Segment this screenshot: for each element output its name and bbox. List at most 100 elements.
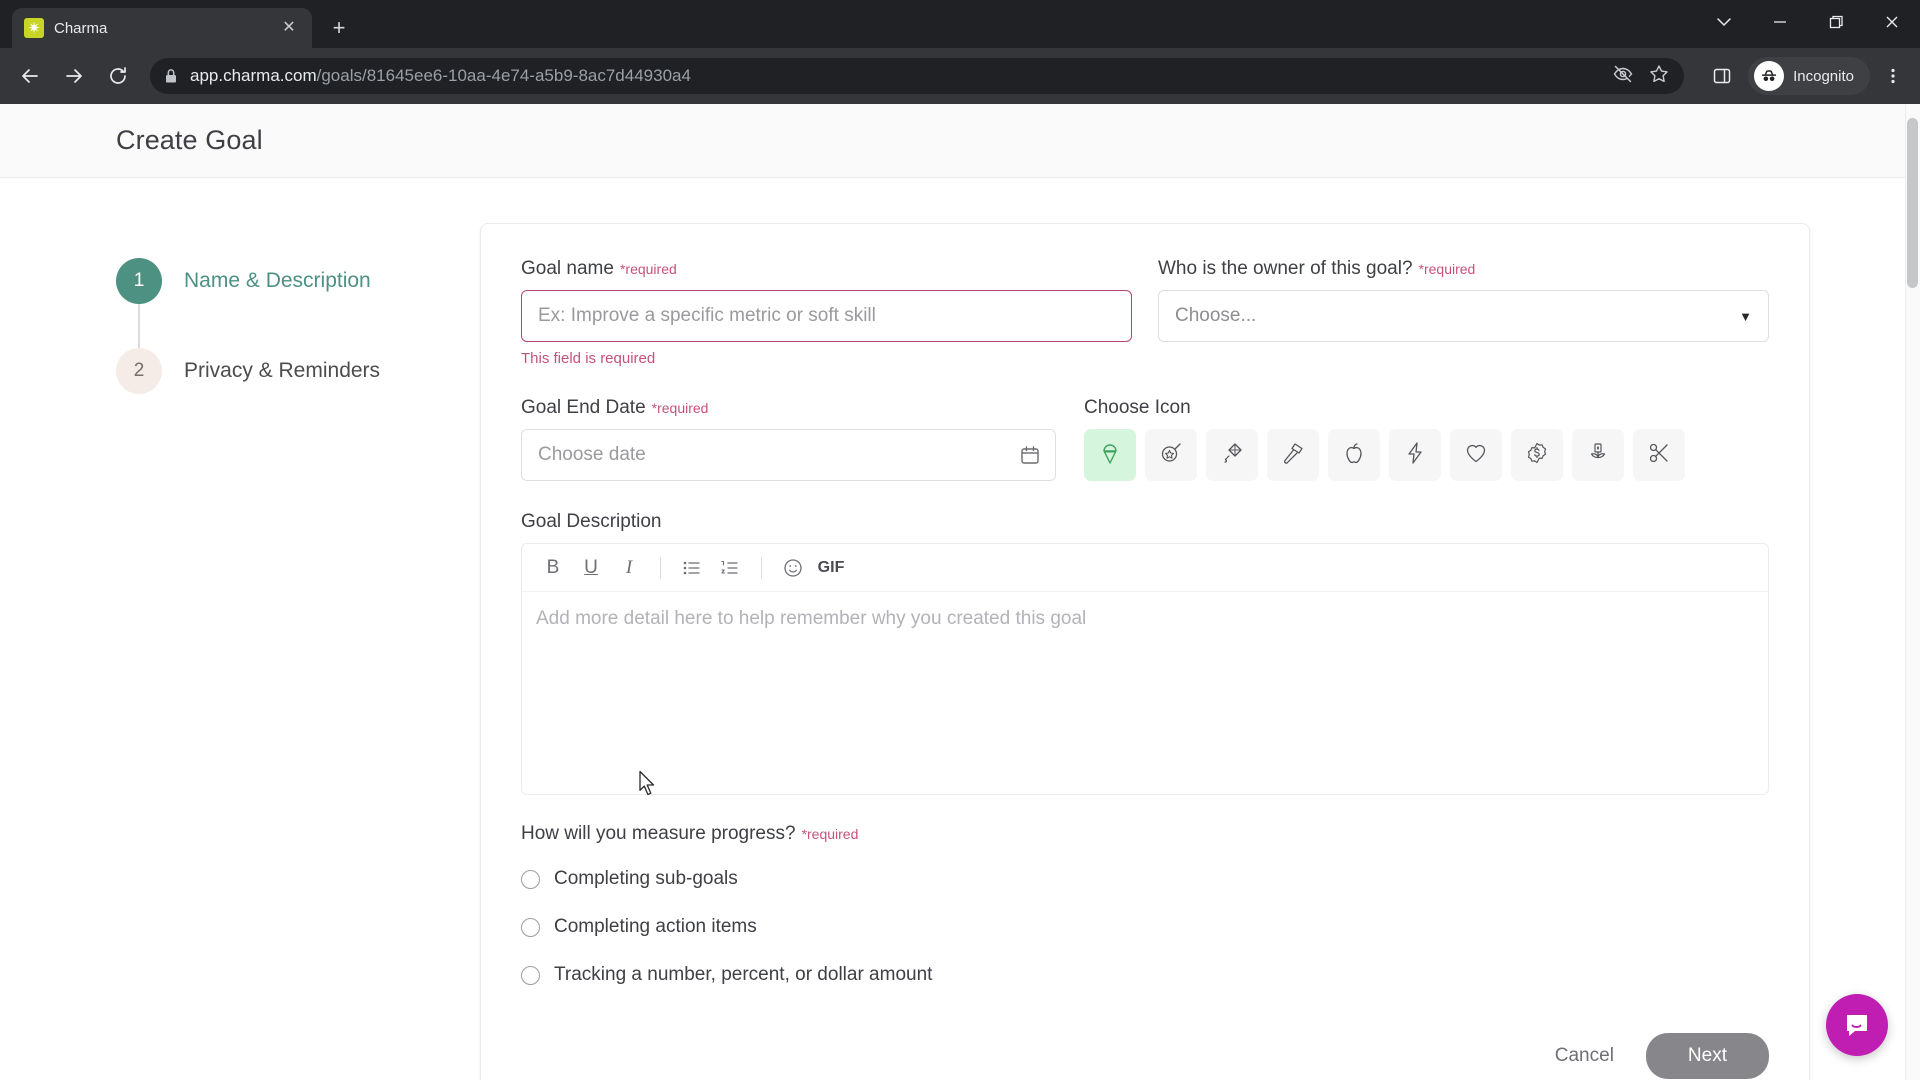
chevron-down-icon: ▼ xyxy=(1739,308,1752,324)
icon-option-ice-cream-cone[interactable] xyxy=(1084,429,1136,481)
scissors-icon xyxy=(1647,441,1671,470)
window-controls xyxy=(1696,0,1920,44)
goal-end-date-input[interactable]: Choose date xyxy=(521,429,1056,481)
wizard-stepper: 1 Name & Description 2 Privacy & Reminde… xyxy=(0,223,480,1080)
goal-end-date-placeholder: Choose date xyxy=(538,444,646,465)
form-footer: Cancel Next xyxy=(521,1033,1769,1079)
emoji-icon[interactable] xyxy=(776,551,810,585)
icon-option-dollar-badge[interactable] xyxy=(1511,429,1563,481)
money-plant-icon xyxy=(1586,441,1610,470)
step-label: Privacy & Reminders xyxy=(184,359,381,382)
tab-title: Charma xyxy=(54,19,108,37)
italic-icon[interactable]: I xyxy=(612,551,646,585)
url-host: app.charma.com xyxy=(190,66,317,85)
goal-owner-field-group: Who is the owner of this goal? *required… xyxy=(1158,258,1769,367)
step-privacy-and-reminders[interactable]: 2 Privacy & Reminders xyxy=(116,348,480,394)
radio-option-completing-sub-goals[interactable]: Completing sub-goals xyxy=(521,855,1769,903)
numbered-list-icon[interactable] xyxy=(713,551,747,585)
bookmark-star-icon[interactable] xyxy=(1648,63,1670,90)
page-viewport: Create Goal 1 Name & Description 2 Priva… xyxy=(0,104,1920,1080)
icon-option-scissors[interactable] xyxy=(1633,429,1685,481)
browser-menu-icon[interactable] xyxy=(1876,59,1910,93)
goal-name-input[interactable]: Ex: Improve a specific metric or soft sk… xyxy=(521,290,1132,342)
close-window-icon[interactable] xyxy=(1864,0,1920,44)
goal-name-placeholder: Ex: Improve a specific metric or soft sk… xyxy=(538,305,876,326)
omnibox-actions xyxy=(1612,63,1670,90)
calendar-icon[interactable] xyxy=(1019,444,1041,466)
intercom-chat-launcher[interactable] xyxy=(1826,994,1888,1056)
third-party-cookie-blocked-icon[interactable] xyxy=(1612,63,1634,90)
address-bar[interactable]: app.charma.com/goals/81645ee6-10aa-4e74-… xyxy=(150,58,1685,94)
measure-progress-label: How will you measure progress? *required xyxy=(521,823,1769,845)
dollar-badge-icon xyxy=(1525,441,1549,470)
goal-owner-label: Who is the owner of this goal? *required xyxy=(1158,258,1769,280)
next-button[interactable]: Next xyxy=(1645,1033,1769,1079)
heart-icon xyxy=(1464,441,1488,470)
icon-option-hammer[interactable] xyxy=(1267,429,1319,481)
incognito-icon xyxy=(1754,61,1785,91)
comet-star-icon xyxy=(1159,441,1183,470)
required-marker: *required xyxy=(801,826,859,842)
step-number-badge: 2 xyxy=(116,348,162,394)
icon-option-heart[interactable] xyxy=(1450,429,1502,481)
required-marker: *required xyxy=(619,261,677,277)
radio-button[interactable] xyxy=(521,869,540,889)
goal-description-textarea[interactable]: Add more detail here to help remember wh… xyxy=(522,592,1768,646)
radio-label: Completing sub-goals xyxy=(554,868,738,889)
kite-icon xyxy=(1220,441,1244,470)
url-path: /goals/81645ee6-10aa-4e74-a5b9-8ac7d4493… xyxy=(316,66,691,85)
incognito-profile-button[interactable]: Incognito xyxy=(1748,57,1870,95)
step-name-and-description[interactable]: 1 Name & Description xyxy=(116,258,480,304)
browser-titlebar: ✷ Charma ✕ + xyxy=(0,0,1920,48)
goal-name-field-group: Goal name *required Ex: Improve a specif… xyxy=(521,258,1132,367)
radio-option-completing-action-items[interactable]: Completing action items xyxy=(521,903,1769,951)
goal-end-date-field-group: Goal End Date *required Choose date xyxy=(521,397,1056,481)
icon-option-apple[interactable] xyxy=(1328,429,1380,481)
forward-button[interactable] xyxy=(54,56,94,96)
form-row-name-owner: Goal name *required Ex: Improve a specif… xyxy=(521,258,1769,367)
hammer-icon xyxy=(1281,441,1305,470)
step-label: Name & Description xyxy=(184,269,371,292)
bullet-list-icon[interactable] xyxy=(675,551,709,585)
goal-description-group: Goal Description B U I GIF Add more deta… xyxy=(521,511,1769,795)
icon-option-money-plant[interactable] xyxy=(1572,429,1624,481)
bold-icon[interactable]: B xyxy=(536,551,570,585)
cancel-button[interactable]: Cancel xyxy=(1549,1035,1620,1077)
required-marker: *required xyxy=(1418,261,1476,277)
new-tab-button[interactable]: + xyxy=(322,11,356,45)
browser-tab[interactable]: ✷ Charma ✕ xyxy=(12,8,312,48)
icon-option-kite[interactable] xyxy=(1206,429,1258,481)
side-panel-icon[interactable] xyxy=(1702,56,1742,96)
step-connector xyxy=(138,304,140,348)
toolbar-divider xyxy=(660,556,661,579)
choose-icon-label-text: Choose Icon xyxy=(1084,397,1191,418)
reload-button[interactable] xyxy=(98,56,138,96)
rich-text-editor: B U I GIF Add more detail here to help r… xyxy=(521,543,1769,795)
goal-name-error: This field is required xyxy=(521,350,656,367)
goal-owner-select[interactable]: Choose... ▼ xyxy=(1158,290,1769,342)
radio-button[interactable] xyxy=(521,917,540,937)
icon-option-comet-star[interactable] xyxy=(1145,429,1197,481)
radio-option-tracking-a-number[interactable]: Tracking a number, percent, or dollar am… xyxy=(521,951,1769,999)
page-scrollbar-thumb[interactable] xyxy=(1907,118,1918,288)
radio-button[interactable] xyxy=(521,965,540,985)
ice-cream-cone-icon xyxy=(1098,440,1122,471)
goal-end-date-label: Goal End Date *required xyxy=(521,397,1056,419)
underline-glyph: U xyxy=(584,556,598,578)
goal-name-label: Goal name *required xyxy=(521,258,1132,280)
chevron-down-icon[interactable] xyxy=(1696,0,1752,44)
page-title: Create Goal xyxy=(116,125,263,155)
gif-icon[interactable]: GIF xyxy=(814,551,848,585)
underline-icon[interactable]: U xyxy=(574,551,608,585)
browser-window: ✷ Charma ✕ + app.charma.com/goals/81645e… xyxy=(0,0,1920,1080)
minimize-window-icon[interactable] xyxy=(1752,0,1808,44)
goal-owner-placeholder: Choose... xyxy=(1175,305,1257,326)
back-button[interactable] xyxy=(10,56,50,96)
step-number-badge: 1 xyxy=(116,258,162,304)
icon-option-lightning-bolt[interactable] xyxy=(1389,429,1441,481)
close-tab-icon[interactable]: ✕ xyxy=(278,17,300,39)
editor-toolbar: B U I GIF xyxy=(522,544,1768,592)
choose-icon-label: Choose Icon xyxy=(1084,397,1769,419)
address-bar-url: app.charma.com/goals/81645ee6-10aa-4e74-… xyxy=(190,66,691,86)
maximize-window-icon[interactable] xyxy=(1808,0,1864,44)
